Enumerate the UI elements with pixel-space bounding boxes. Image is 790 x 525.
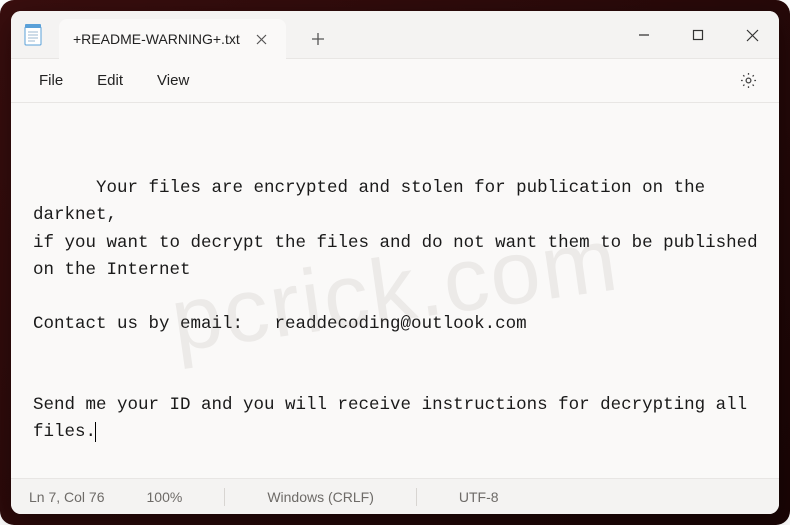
status-cursor-position: Ln 7, Col 76: [29, 489, 105, 505]
divider: [224, 488, 225, 506]
notepad-icon: [11, 11, 55, 58]
status-zoom[interactable]: 100%: [147, 489, 183, 505]
close-tab-icon[interactable]: [252, 29, 272, 49]
notepad-window: +README-WARNING+.txt Fi: [11, 11, 779, 514]
text-editor[interactable]: pcrick.com Your files are encrypted and …: [11, 103, 779, 478]
maximize-button[interactable]: [671, 11, 725, 59]
text-caret: [95, 422, 96, 442]
menu-bar: File Edit View: [11, 59, 779, 103]
status-line-ending: Windows (CRLF): [267, 489, 374, 505]
status-encoding: UTF-8: [459, 489, 499, 505]
minimize-button[interactable]: [617, 11, 671, 59]
menu-edit[interactable]: Edit: [83, 66, 137, 95]
watermark: pcrick.com: [162, 190, 627, 391]
title-bar: +README-WARNING+.txt: [11, 11, 779, 59]
document-tab[interactable]: +README-WARNING+.txt: [59, 19, 286, 59]
menu-view[interactable]: View: [143, 66, 203, 95]
editor-content: Your files are encrypted and stolen for …: [33, 178, 768, 442]
settings-button[interactable]: [731, 64, 765, 98]
new-tab-button[interactable]: [300, 19, 336, 59]
close-window-button[interactable]: [725, 11, 779, 59]
status-bar: Ln 7, Col 76 100% Windows (CRLF) UTF-8: [11, 478, 779, 514]
tab-title: +README-WARNING+.txt: [73, 31, 240, 47]
menu-file[interactable]: File: [25, 66, 77, 95]
divider: [416, 488, 417, 506]
